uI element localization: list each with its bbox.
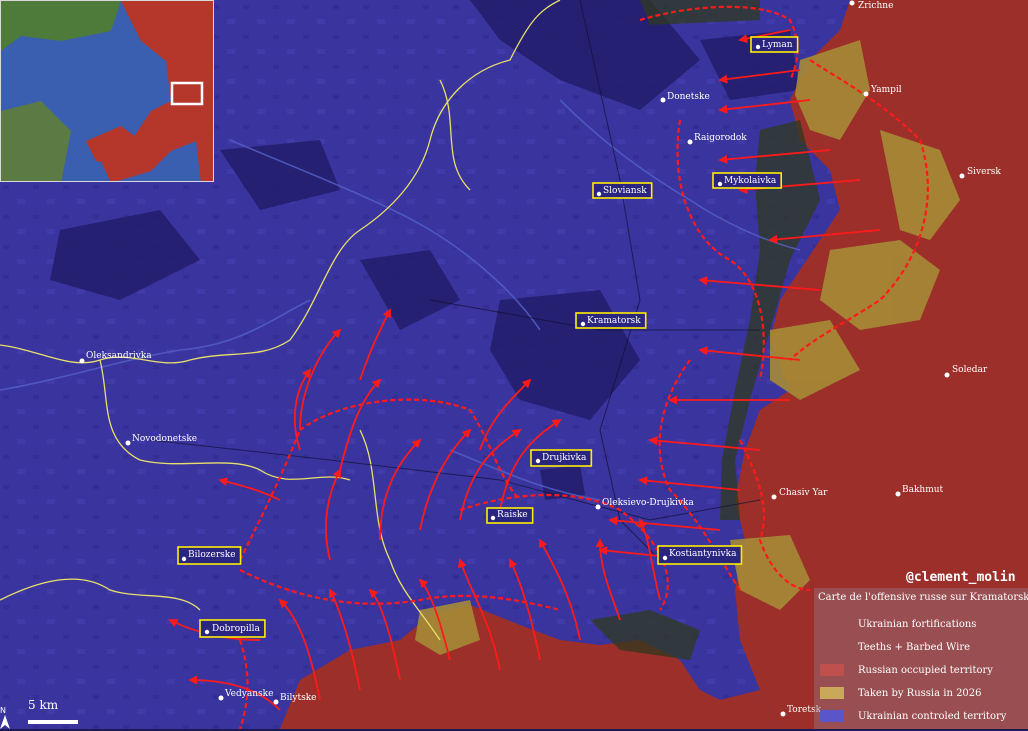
svg-text:Sloviansk: Sloviansk — [603, 186, 647, 196]
overview-inset-map — [0, 0, 214, 182]
city-label: Siversk — [967, 167, 1001, 177]
legend-item-taken-2026: Taken by Russia in 2026 — [820, 685, 982, 701]
svg-text:Kramatorsk: Kramatorsk — [587, 316, 641, 326]
city-label: Vedyanske — [224, 689, 273, 699]
legend-item-teeth-wire: Teeths + Barbed Wire — [820, 639, 970, 655]
scale-label: 5 km — [28, 698, 59, 712]
city-box-kostiantynivka: Kostiantynivka — [657, 545, 743, 565]
ukrainian-swatch-icon — [820, 710, 844, 722]
city-label: Yampil — [870, 85, 902, 95]
city-box-kramatorsk: Kramatorsk — [575, 312, 647, 329]
svg-text:Raiske: Raiske — [497, 510, 528, 520]
author-credit: @clement_molin — [906, 570, 1016, 585]
scale-bar-line — [28, 720, 78, 724]
svg-text:Dobropilla: Dobropilla — [212, 624, 261, 634]
svg-text:Bilozerske: Bilozerske — [188, 550, 236, 560]
legend-title: Carte de l'offensive russe sur Kramators… — [818, 592, 1028, 603]
barbed-wire-icon — [820, 641, 844, 653]
city-label: Novodonetske — [132, 434, 197, 444]
city-label: Oleksievo-Drujkivka — [602, 498, 694, 508]
city-label: Zrichne — [858, 1, 893, 11]
city-box-lyman: Lyman — [750, 36, 799, 53]
fortification-line-icon — [820, 618, 844, 630]
city-label: Bakhmut — [902, 485, 944, 495]
svg-text:Drujkivka: Drujkivka — [542, 453, 587, 463]
legend-item-ukrainian: Ukrainian controled territory — [820, 708, 1006, 724]
scale-bar: 5 km — [28, 698, 78, 724]
legend-item-russian: Russian occupied territory — [820, 662, 993, 678]
city-label: Chasiv Yar — [779, 488, 828, 498]
city-label: Oleksandrivka — [86, 351, 152, 361]
svg-text:Lyman: Lyman — [762, 40, 793, 50]
city-label: Soledar — [952, 365, 988, 375]
city-label: Raigorodok — [694, 133, 747, 143]
taken-swatch-icon — [820, 687, 844, 699]
legend-item-fortifications: Ukrainian fortifications — [820, 616, 976, 632]
city-box-drujkivka: Drujkivka — [530, 449, 593, 467]
city-label: Bilytske — [280, 693, 316, 703]
city-box-dobropilla: Dobropilla — [199, 619, 266, 638]
city-box-bilozerske: Bilozerske — [177, 546, 242, 565]
map-legend: Carte de l'offensive russe sur Kramators… — [814, 588, 1028, 729]
russian-swatch-icon — [820, 664, 844, 676]
city-box-sloviansk: Sloviansk — [592, 182, 653, 199]
svg-text:Mykolaivka: Mykolaivka — [724, 176, 777, 186]
city-box-raiske: Raiske — [486, 507, 534, 524]
city-box-mykolaivka: Mykolaivka — [712, 172, 783, 189]
north-arrow-icon: N — [0, 706, 10, 731]
city-label: Donetske — [667, 92, 710, 102]
svg-text:Kostiantynivka: Kostiantynivka — [669, 549, 737, 559]
